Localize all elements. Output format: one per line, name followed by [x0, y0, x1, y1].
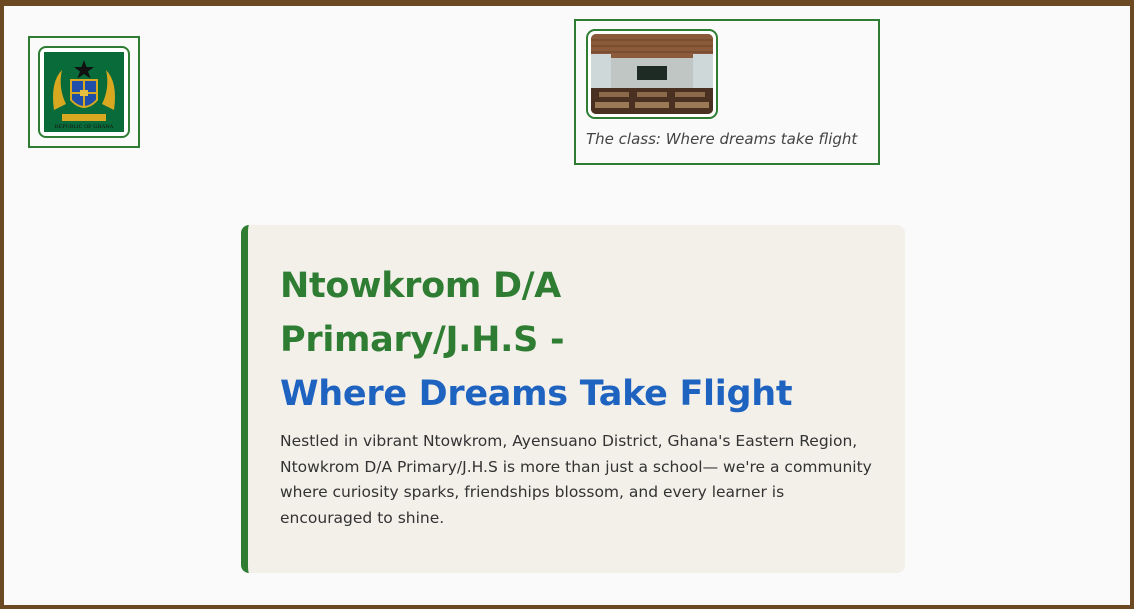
ghana-coat-of-arms-logo: REPUBLIC OF GHANA — [28, 36, 140, 148]
classroom-photo — [591, 34, 713, 114]
title-line-level: Primary/J.H.S - — [280, 320, 565, 360]
photo-caption: The class: Where dreams take flight — [586, 130, 858, 148]
logo-inner-frame: REPUBLIC OF GHANA — [38, 46, 130, 138]
title-line-school-name: Ntowkrom D/A — [280, 266, 561, 306]
hero-section: Ntowkrom D/A Primary/J.H.S - Where Dream… — [241, 225, 905, 573]
classroom-photo-card: The class: Where dreams take flight — [574, 19, 880, 165]
crest-motto-text: REPUBLIC OF GHANA — [55, 124, 114, 130]
classroom-photo-frame — [586, 29, 718, 119]
coat-of-arms-icon: REPUBLIC OF GHANA — [44, 52, 124, 132]
page-title: Ntowkrom D/A Primary/J.H.S - Where Dream… — [280, 259, 873, 421]
title-line-tagline: Where Dreams Take Flight — [280, 374, 793, 414]
hero-description: Nestled in vibrant Ntowkrom, Ayensuano D… — [280, 432, 872, 527]
